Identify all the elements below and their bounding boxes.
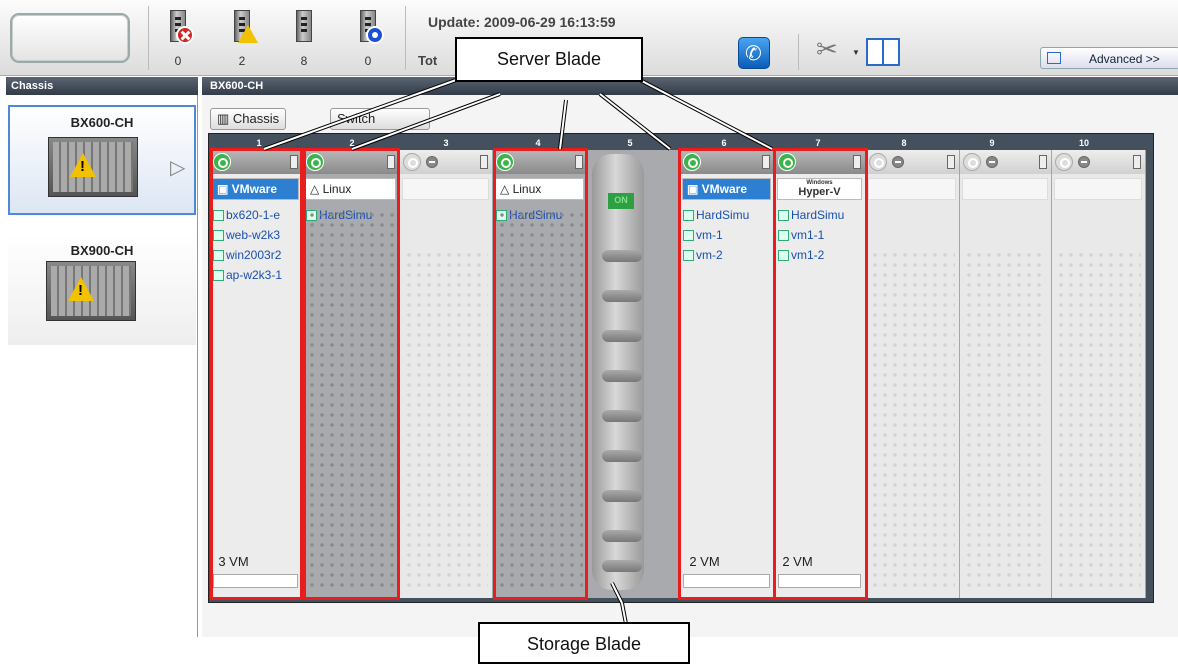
annotation-lines bbox=[263, 78, 773, 625]
server-blade-callout: Server Blade bbox=[455, 37, 643, 82]
storage-blade-callout: Storage Blade bbox=[478, 622, 690, 664]
